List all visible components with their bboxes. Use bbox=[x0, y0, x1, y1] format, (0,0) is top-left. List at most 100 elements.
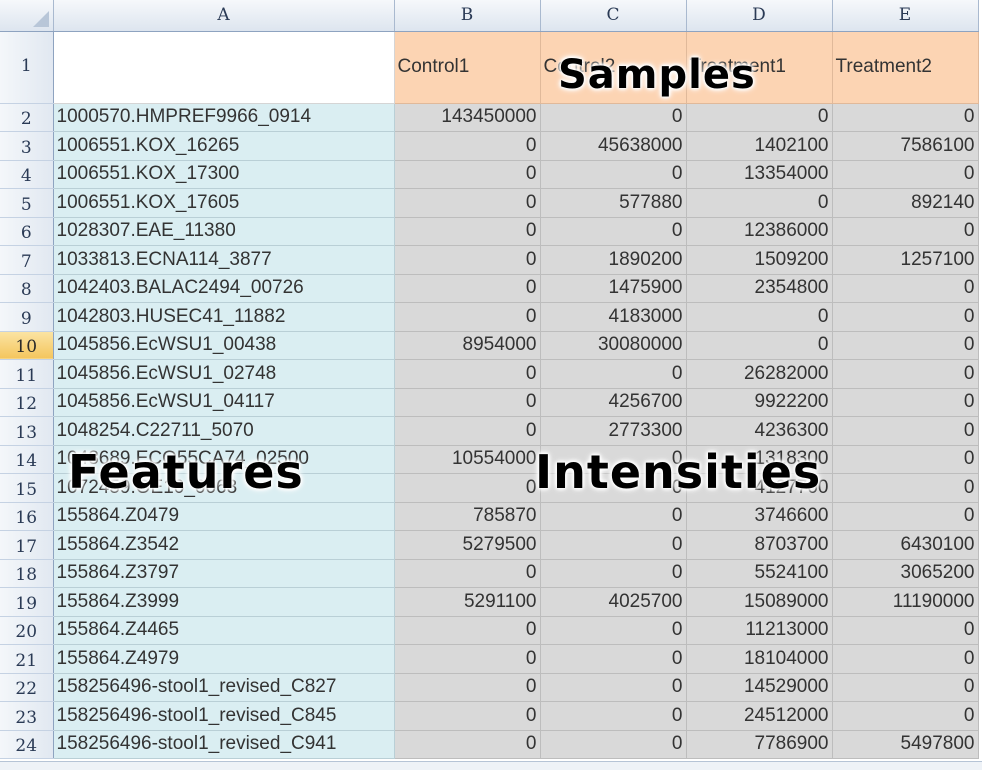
intensity-cell[interactable]: 0 bbox=[832, 502, 979, 531]
intensity-cell[interactable]: 0 bbox=[832, 103, 979, 132]
intensity-cell[interactable]: 11213000 bbox=[686, 616, 833, 645]
feature-cell[interactable]: 1072459.OE10_0063 bbox=[53, 473, 395, 503]
intensity-cell[interactable]: 0 bbox=[832, 274, 979, 303]
intensity-cell[interactable]: 0 bbox=[832, 416, 979, 446]
feature-cell[interactable]: 158256496-stool1_revised_C845 bbox=[53, 701, 395, 731]
feature-cell[interactable]: 1045856.EcWSU1_04117 bbox=[53, 388, 395, 417]
column-header-b[interactable]: B bbox=[394, 0, 541, 32]
intensity-cell[interactable]: 0 bbox=[832, 616, 979, 645]
intensity-cell[interactable]: 0 bbox=[540, 559, 687, 588]
feature-cell[interactable]: 1028307.EAE_11380 bbox=[53, 217, 395, 246]
intensity-cell[interactable]: 0 bbox=[394, 245, 541, 275]
intensity-cell[interactable]: 0 bbox=[832, 217, 979, 246]
column-header-d[interactable]: D bbox=[686, 0, 833, 32]
select-all-corner[interactable] bbox=[0, 0, 54, 32]
feature-cell[interactable]: 1045856.EcWSU1_00438 bbox=[53, 331, 395, 360]
feature-cell[interactable]: 1006551.KOX_17300 bbox=[53, 160, 395, 189]
sample-label-cell[interactable]: Treatment1 bbox=[686, 31, 833, 104]
intensity-cell[interactable]: 0 bbox=[832, 445, 979, 474]
intensity-cell[interactable]: 4236300 bbox=[686, 416, 833, 446]
row-header[interactable]: 11 bbox=[0, 359, 54, 389]
intensity-cell[interactable]: 0 bbox=[540, 530, 687, 560]
intensity-cell[interactable]: 1402100 bbox=[686, 131, 833, 161]
row-header[interactable]: 23 bbox=[0, 701, 54, 731]
sample-label-cell[interactable]: Treatment2 bbox=[832, 31, 979, 104]
row-header[interactable]: 2 bbox=[0, 103, 54, 132]
intensity-cell[interactable]: 0 bbox=[540, 359, 687, 389]
intensity-cell[interactable]: 892140 bbox=[832, 188, 979, 218]
row-header[interactable]: 15 bbox=[0, 473, 54, 503]
intensity-cell[interactable]: 0 bbox=[540, 616, 687, 645]
intensity-cell[interactable]: 0 bbox=[832, 160, 979, 189]
intensity-cell[interactable]: 0 bbox=[540, 673, 687, 702]
intensity-cell[interactable]: 30080000 bbox=[540, 331, 687, 360]
intensity-cell[interactable]: 5279500 bbox=[394, 530, 541, 560]
intensity-cell[interactable]: 0 bbox=[832, 331, 979, 360]
intensity-cell[interactable]: 0 bbox=[394, 131, 541, 161]
intensity-cell[interactable]: 8954000 bbox=[394, 331, 541, 360]
row-header[interactable]: 6 bbox=[0, 217, 54, 246]
row-header[interactable]: 13 bbox=[0, 416, 54, 446]
intensity-cell[interactable]: 0 bbox=[394, 559, 541, 588]
intensity-cell[interactable]: 26282000 bbox=[686, 359, 833, 389]
intensity-cell[interactable]: 0 bbox=[394, 274, 541, 303]
intensity-cell[interactable]: 3746600 bbox=[686, 502, 833, 531]
intensity-cell[interactable]: 577880 bbox=[540, 188, 687, 218]
intensity-cell[interactable]: 14529000 bbox=[686, 673, 833, 702]
intensity-cell[interactable]: 0 bbox=[832, 388, 979, 417]
feature-cell[interactable]: 1048254.C22711_5070 bbox=[53, 416, 395, 446]
row-header[interactable]: 1 bbox=[0, 31, 54, 104]
intensity-cell[interactable]: 0 bbox=[540, 473, 687, 503]
row-header[interactable]: 17 bbox=[0, 530, 54, 560]
intensity-cell[interactable]: 5497800 bbox=[832, 730, 979, 759]
intensity-cell[interactable]: 0 bbox=[394, 616, 541, 645]
feature-cell[interactable]: 1042803.HUSEC41_11882 bbox=[53, 302, 395, 332]
intensity-cell[interactable]: 0 bbox=[686, 302, 833, 332]
intensity-cell[interactable]: 0 bbox=[540, 217, 687, 246]
column-header-a[interactable]: A bbox=[53, 0, 395, 32]
intensity-cell[interactable]: 0 bbox=[540, 644, 687, 674]
intensity-cell[interactable]: 4256700 bbox=[540, 388, 687, 417]
row-header[interactable]: 5 bbox=[0, 188, 54, 218]
intensity-cell[interactable]: 2354800 bbox=[686, 274, 833, 303]
intensity-cell[interactable]: 1509200 bbox=[686, 245, 833, 275]
column-header-e[interactable]: E bbox=[832, 0, 979, 32]
intensity-cell[interactable]: 5524100 bbox=[686, 559, 833, 588]
feature-cell[interactable]: 1006551.KOX_17605 bbox=[53, 188, 395, 218]
intensity-cell[interactable]: 0 bbox=[394, 160, 541, 189]
feature-cell[interactable]: 1006551.KOX_16265 bbox=[53, 131, 395, 161]
intensity-cell[interactable]: 0 bbox=[540, 445, 687, 474]
intensity-cell[interactable]: 143450000 bbox=[394, 103, 541, 132]
intensity-cell[interactable]: 9922200 bbox=[686, 388, 833, 417]
intensity-cell[interactable]: 13354000 bbox=[686, 160, 833, 189]
intensity-cell[interactable]: 7586100 bbox=[832, 131, 979, 161]
feature-cell[interactable]: 158256496-stool1_revised_C941 bbox=[53, 730, 395, 759]
intensity-cell[interactable]: 0 bbox=[686, 103, 833, 132]
feature-cell[interactable]: 1000570.HMPREF9966_0914 bbox=[53, 103, 395, 132]
intensity-cell[interactable]: 0 bbox=[832, 359, 979, 389]
feature-cell[interactable]: 1033813.ECNA114_3877 bbox=[53, 245, 395, 275]
intensity-cell[interactable]: 0 bbox=[540, 103, 687, 132]
feature-cell[interactable]: 158256496-stool1_revised_C827 bbox=[53, 673, 395, 702]
intensity-cell[interactable]: 4127700 bbox=[686, 473, 833, 503]
intensity-cell[interactable]: 0 bbox=[394, 730, 541, 759]
intensity-cell[interactable]: 11190000 bbox=[832, 587, 979, 617]
intensity-cell[interactable]: 0 bbox=[832, 701, 979, 731]
intensity-cell[interactable]: 0 bbox=[832, 644, 979, 674]
intensity-cell[interactable]: 1890200 bbox=[540, 245, 687, 275]
row-header[interactable]: 19 bbox=[0, 587, 54, 617]
row-header[interactable]: 7 bbox=[0, 245, 54, 275]
intensity-cell[interactable]: 0 bbox=[394, 644, 541, 674]
row-header[interactable]: 9 bbox=[0, 302, 54, 332]
intensity-cell[interactable]: 0 bbox=[540, 502, 687, 531]
intensity-cell[interactable]: 0 bbox=[832, 302, 979, 332]
intensity-cell[interactable]: 0 bbox=[832, 673, 979, 702]
intensity-cell[interactable]: 4025700 bbox=[540, 587, 687, 617]
intensity-cell[interactable]: 0 bbox=[540, 730, 687, 759]
intensity-cell[interactable]: 0 bbox=[832, 473, 979, 503]
row-header[interactable]: 10 bbox=[0, 331, 54, 360]
feature-cell[interactable]: 155864.Z4979 bbox=[53, 644, 395, 674]
feature-cell[interactable]: 1048689.ECO55CA74_02500 bbox=[53, 445, 395, 474]
feature-cell[interactable]: 1042403.BALAC2494_00726 bbox=[53, 274, 395, 303]
intensity-cell[interactable]: 5291100 bbox=[394, 587, 541, 617]
